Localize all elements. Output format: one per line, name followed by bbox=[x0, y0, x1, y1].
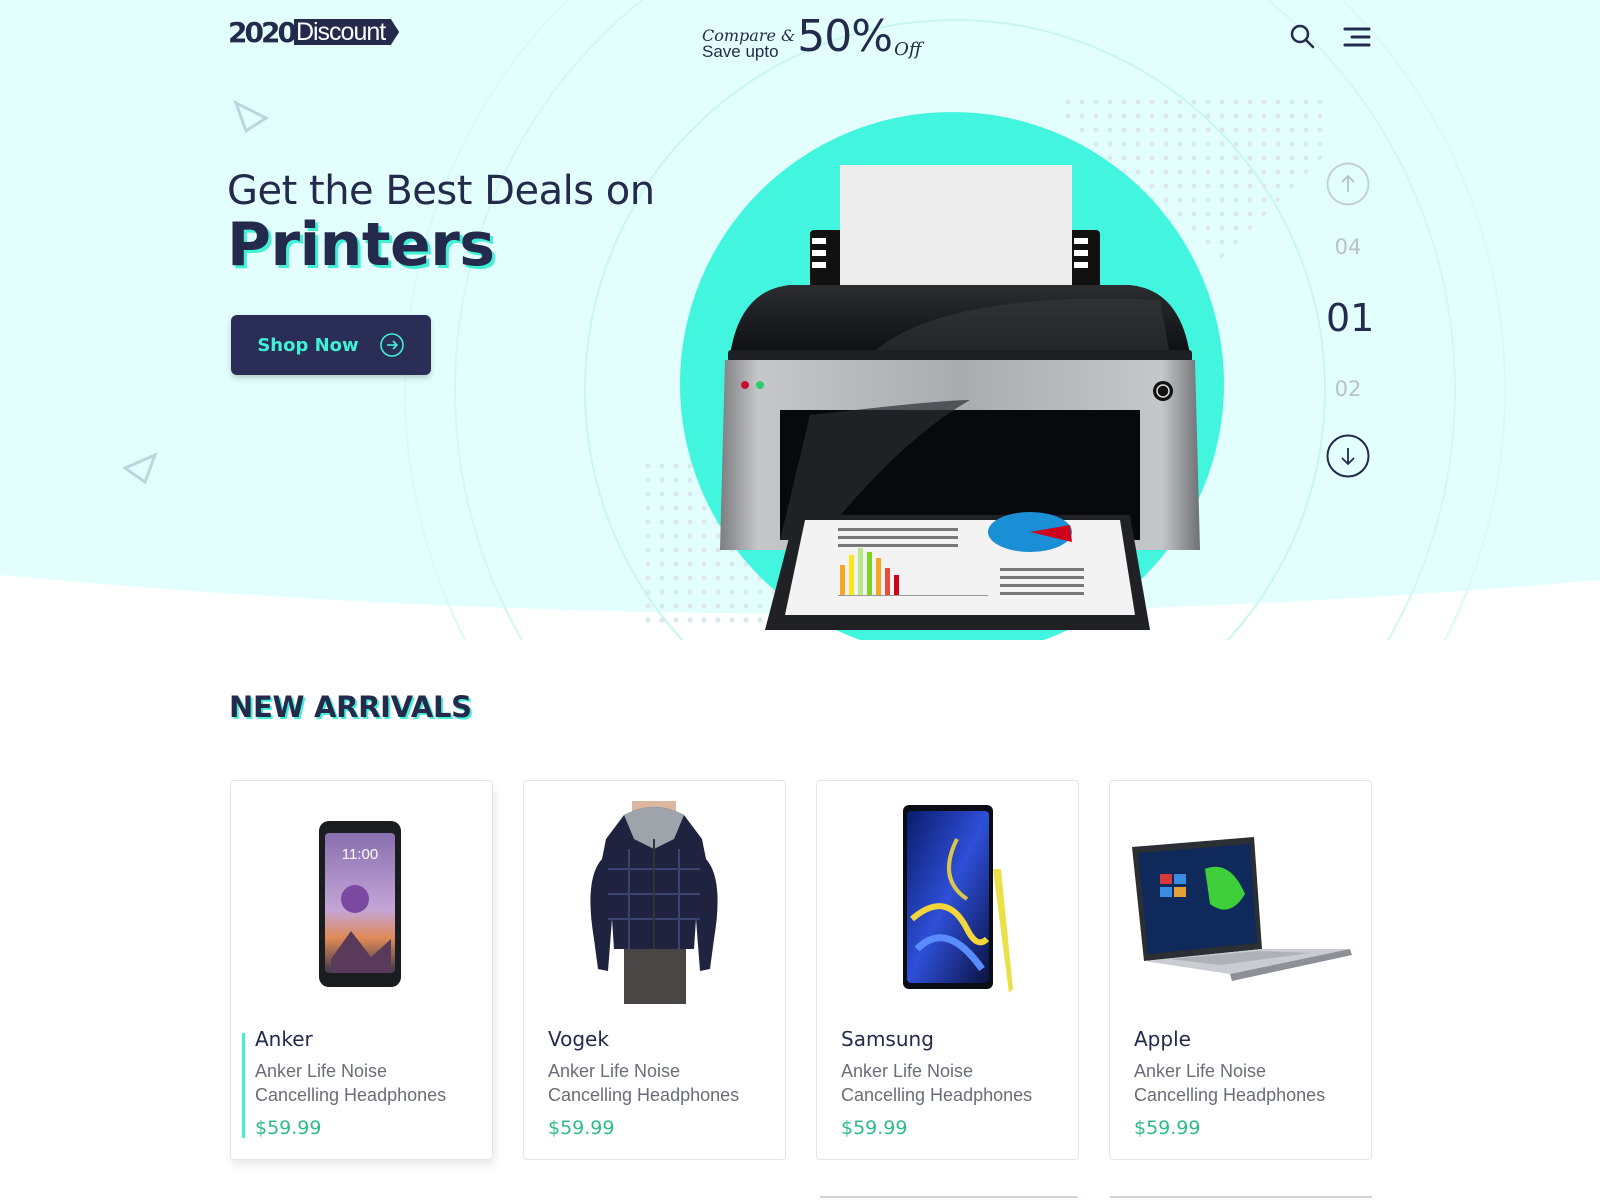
promo-off: Off bbox=[894, 39, 922, 60]
product-brand: Apple bbox=[1134, 1027, 1191, 1051]
slide-number-prev[interactable]: 04 bbox=[1326, 235, 1370, 259]
slide-number-current[interactable]: 01 bbox=[1326, 296, 1374, 340]
product-info: Samsung Anker Life Noise Cancelling Head… bbox=[841, 1027, 1061, 1139]
logo[interactable]: 2020 Discount bbox=[228, 14, 400, 50]
product-card[interactable]: 11:00 Anker Anker Life Noise Cancelling … bbox=[230, 780, 493, 1160]
product-price: $59.99 bbox=[548, 1117, 615, 1139]
svg-text:11:00: 11:00 bbox=[342, 846, 378, 863]
shop-now-button[interactable]: Shop Now bbox=[231, 315, 431, 375]
site-header: 2020 Discount Compare & Save upto 50% Of… bbox=[228, 12, 1372, 62]
product-description: Anker Life Noise Cancelling Headphones bbox=[255, 1061, 447, 1105]
jacket-image bbox=[590, 801, 718, 1004]
product-info: Anker Anker Life Noise Cancelling Headph… bbox=[255, 1027, 475, 1139]
promo-banner[interactable]: Compare & Save upto 50% Off bbox=[702, 11, 922, 62]
product-brand: Anker bbox=[255, 1027, 313, 1051]
product-card[interactable]: Samsung Anker Life Noise Cancelling Head… bbox=[816, 780, 1079, 1160]
product-description: Anker Life Noise Cancelling Headphones bbox=[841, 1061, 1033, 1105]
divider-line bbox=[820, 1196, 1078, 1198]
galaxy-phone-image bbox=[903, 805, 1013, 993]
hero-subtitle: Get the Best Deals on bbox=[227, 168, 655, 214]
product-info: Apple Anker Life Noise Cancelling Headph… bbox=[1134, 1027, 1354, 1139]
logo-year: 2020 bbox=[228, 15, 297, 49]
slider-navigation: 04 01 02 bbox=[1326, 160, 1374, 480]
product-description: Anker Life Noise Cancelling Headphones bbox=[1134, 1061, 1326, 1105]
hero-title: Printers bbox=[227, 210, 495, 280]
product-brand: Samsung bbox=[841, 1027, 934, 1051]
product-info: Vogek Anker Life Noise Cancelling Headph… bbox=[548, 1027, 768, 1139]
hero-heading: Get the Best Deals on Printers bbox=[227, 168, 655, 280]
product-price: $59.99 bbox=[841, 1117, 908, 1139]
product-list: 11:00 Anker Anker Life Noise Cancelling … bbox=[230, 780, 1372, 1160]
laptop-image bbox=[1132, 837, 1352, 981]
promo-percent: 50% bbox=[797, 11, 893, 62]
product-price: $59.99 bbox=[255, 1117, 322, 1139]
shop-now-label: Shop Now bbox=[257, 334, 359, 356]
arrow-down-circle-icon[interactable] bbox=[1326, 434, 1370, 478]
new-arrivals-title: NEW ARRIVALS bbox=[229, 690, 472, 724]
search-icon[interactable] bbox=[1288, 22, 1318, 52]
arrow-right-circle-icon bbox=[379, 333, 404, 357]
hamburger-menu-icon[interactable] bbox=[1342, 22, 1372, 52]
smartphone-image: 11:00 bbox=[319, 821, 401, 987]
product-description: Anker Life Noise Cancelling Headphones bbox=[548, 1061, 740, 1105]
product-card[interactable]: Apple Anker Life Noise Cancelling Headph… bbox=[1109, 780, 1372, 1160]
logo-text: Discount bbox=[293, 19, 400, 45]
printer-image bbox=[720, 165, 1200, 630]
product-price: $59.99 bbox=[1134, 1117, 1201, 1139]
slide-number-next[interactable]: 02 bbox=[1326, 377, 1370, 401]
divider-line bbox=[1110, 1196, 1372, 1198]
product-card[interactable]: Vogek Anker Life Noise Cancelling Headph… bbox=[523, 780, 786, 1160]
promo-line2: Save upto bbox=[702, 42, 779, 61]
arrow-up-circle-icon[interactable] bbox=[1326, 162, 1370, 206]
card-active-accent bbox=[242, 1033, 245, 1138]
product-brand: Vogek bbox=[548, 1027, 609, 1051]
promo-small-text: Compare & Save upto bbox=[702, 28, 795, 61]
